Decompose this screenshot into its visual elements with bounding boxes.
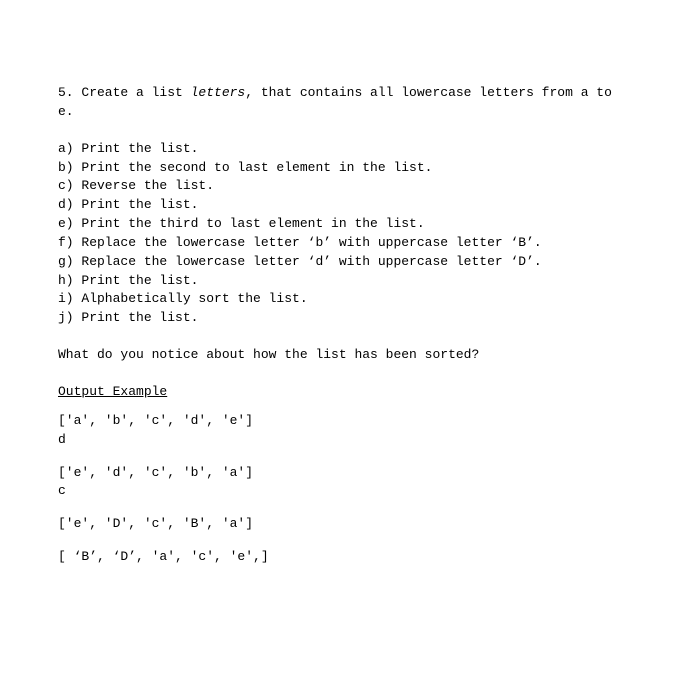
intro-prefix: 5. Create a list [58,85,191,100]
step-item: e) Print the third to last element in th… [58,215,634,234]
step-item: a) Print the list. [58,140,634,159]
output-block: ['e', 'D', 'c', 'B', 'a'] [58,515,634,534]
problem-intro: 5. Create a list letters, that contains … [58,84,634,122]
intro-varname: letters [191,85,246,100]
output-example-heading: Output Example [58,383,634,402]
output-block: ['e', 'd', 'c', 'b', 'a'] c [58,464,634,502]
step-item: f) Replace the lowercase letter ‘b’ with… [58,234,634,253]
step-item: g) Replace the lowercase letter ‘d’ with… [58,253,634,272]
output-block: ['a', 'b', 'c', 'd', 'e'] d [58,412,634,450]
step-item: c) Reverse the list. [58,177,634,196]
step-item: b) Print the second to last element in t… [58,159,634,178]
steps-list: a) Print the list. b) Print the second t… [58,140,634,328]
step-item: j) Print the list. [58,309,634,328]
step-item: d) Print the list. [58,196,634,215]
follow-up-question: What do you notice about how the list ha… [58,346,634,365]
step-item: i) Alphabetically sort the list. [58,290,634,309]
step-item: h) Print the list. [58,272,634,291]
output-block: [ ‘B’, ‘D’, 'a', 'c', 'e',] [58,548,634,567]
